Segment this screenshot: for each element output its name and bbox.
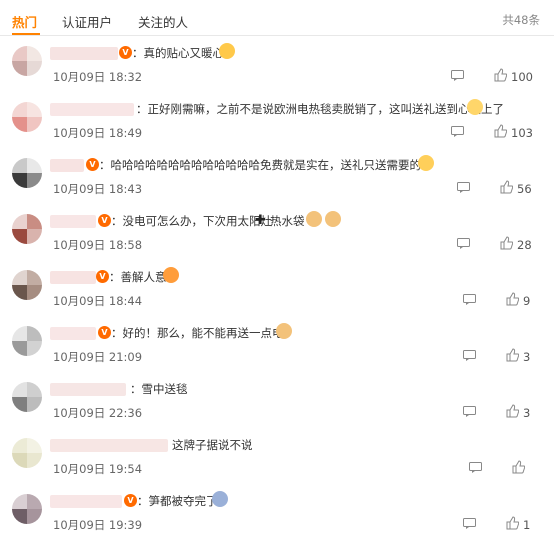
emoji-doge-icon [306, 211, 322, 227]
tab-following[interactable]: 关注的人 [138, 12, 188, 31]
reply-icon[interactable] [469, 462, 482, 473]
like-icon[interactable] [506, 404, 519, 418]
like-count: 103 [511, 126, 533, 140]
total-count: 共48条 [502, 13, 540, 27]
like-icon[interactable] [506, 516, 519, 530]
comment-time: 10月09日 22:36 [53, 406, 143, 420]
comment-item: V ：真的贴心又暖心 10月09日 18:32 100 [0, 42, 554, 98]
like-count: 28 [517, 238, 532, 252]
comment-item: V ：好的！那么，能不能再送一点电！ 10月09日 21:09 3 [0, 322, 554, 378]
like-count: 3 [523, 350, 531, 364]
like-count: 100 [511, 70, 533, 84]
comment-text: 热水袋 [270, 214, 305, 228]
comment-item: ：雪中送毯 10月09日 22:36 3 [0, 378, 554, 434]
tab-verified-users[interactable]: 认证用户 [62, 12, 112, 31]
comment-time: 10月09日 18:44 [53, 294, 143, 308]
comment-time: 10月09日 18:43 [53, 182, 143, 196]
comment-time: 10月09日 18:49 [53, 126, 143, 140]
username-blurred[interactable] [50, 495, 122, 508]
avatar[interactable] [12, 326, 42, 356]
reply-icon[interactable] [463, 406, 476, 417]
comment-time: 10月09日 21:09 [53, 350, 143, 364]
comment-item: V ：善解人意 10月09日 18:44 9 [0, 266, 554, 322]
comment-time: 10月09日 18:58 [53, 238, 143, 252]
like-icon[interactable] [500, 180, 513, 194]
avatar[interactable] [12, 158, 42, 188]
comment-text: ：善解人意 [109, 270, 167, 284]
like-icon[interactable] [494, 68, 507, 82]
comment-text: ：正好刚需嘛，之前不是说欧洲电热毯卖脱销了，这叫送礼送到心坎上了 [136, 102, 504, 116]
username-blurred[interactable] [50, 439, 168, 452]
cross-icon: ✚ [255, 213, 266, 228]
username-blurred[interactable] [50, 271, 96, 284]
like-icon[interactable] [512, 460, 525, 474]
reply-icon[interactable] [463, 350, 476, 361]
comment-tabs: 热门 认证用户 关注的人 共48条 [0, 0, 554, 36]
avatar[interactable] [12, 46, 42, 76]
active-tab-indicator [12, 33, 40, 35]
comment-text: 这牌子据说不说 [172, 438, 253, 452]
like-count: 9 [523, 294, 531, 308]
avatar[interactable] [12, 270, 42, 300]
reply-icon[interactable] [451, 126, 464, 137]
avatar[interactable] [12, 382, 42, 412]
vip-badge-icon: V [86, 158, 99, 171]
reply-icon[interactable] [463, 294, 476, 305]
like-count: 56 [517, 182, 532, 196]
emoji-doge-icon [325, 211, 341, 227]
avatar[interactable] [12, 494, 42, 524]
emoji-laughing-icon [163, 267, 179, 283]
vip-badge-icon: V [119, 46, 132, 59]
comment-text: ：雪中送毯 [130, 382, 188, 396]
username-blurred[interactable] [50, 103, 134, 116]
comment-text: ：没电可怎么办，下次用太阳灶 [111, 214, 272, 228]
avatar[interactable] [12, 214, 42, 244]
emoji-laugh-icon [467, 99, 483, 115]
emoji-crying-icon [212, 491, 228, 507]
emoji-sweat-icon [418, 155, 434, 171]
username-blurred[interactable] [50, 383, 126, 396]
comment-time: 10月09日 18:32 [53, 70, 143, 84]
username-blurred[interactable] [50, 159, 84, 172]
comment-item: ：正好刚需嘛，之前不是说欧洲电热毯卖脱销了，这叫送礼送到心坎上了 10月09日 … [0, 98, 554, 154]
emoji-doge-icon [276, 323, 292, 339]
comment-time: 10月09日 19:54 [53, 462, 143, 476]
avatar[interactable] [12, 438, 42, 468]
comment-text: ：真的贴心又暖心 [132, 46, 224, 60]
comment-item: V ：没电可怎么办，下次用太阳灶 ✚ 热水袋 10月09日 18:58 28 [0, 210, 554, 266]
reply-icon[interactable] [463, 518, 476, 529]
like-count: 1 [523, 518, 531, 532]
vip-badge-icon: V [96, 270, 109, 283]
vip-badge-icon: V [98, 214, 111, 227]
comment-item: 这牌子据说不说 10月09日 19:54 [0, 434, 554, 490]
username-blurred[interactable] [50, 327, 96, 340]
like-count: 3 [523, 406, 531, 420]
emoji-heart-icon [219, 43, 235, 59]
comment-item: V ：哈哈哈哈哈哈哈哈哈哈哈哈哈免费就是实在，送礼只送需要的 10月09日 18… [0, 154, 554, 210]
reply-icon[interactable] [457, 182, 470, 193]
comment-text: ：哈哈哈哈哈哈哈哈哈哈哈哈哈免费就是实在，送礼只送需要的 [99, 158, 421, 172]
like-icon[interactable] [506, 348, 519, 362]
vip-badge-icon: V [98, 326, 111, 339]
username-blurred[interactable] [50, 215, 96, 228]
like-icon[interactable] [494, 124, 507, 138]
reply-icon[interactable] [457, 238, 470, 249]
like-icon[interactable] [500, 236, 513, 250]
comment-text: ：笋都被夺完了 [137, 494, 218, 508]
vip-badge-icon: V [124, 494, 137, 507]
avatar[interactable] [12, 102, 42, 132]
comment-text: ：好的！那么，能不能再送一点电！ [111, 326, 295, 340]
like-icon[interactable] [506, 292, 519, 306]
reply-icon[interactable] [451, 70, 464, 81]
username-blurred[interactable] [50, 47, 118, 60]
tab-hot[interactable]: 热门 [12, 12, 37, 31]
comment-item: V ：笋都被夺完了 10月09日 19:39 1 [0, 490, 554, 546]
comment-time: 10月09日 19:39 [53, 518, 143, 532]
